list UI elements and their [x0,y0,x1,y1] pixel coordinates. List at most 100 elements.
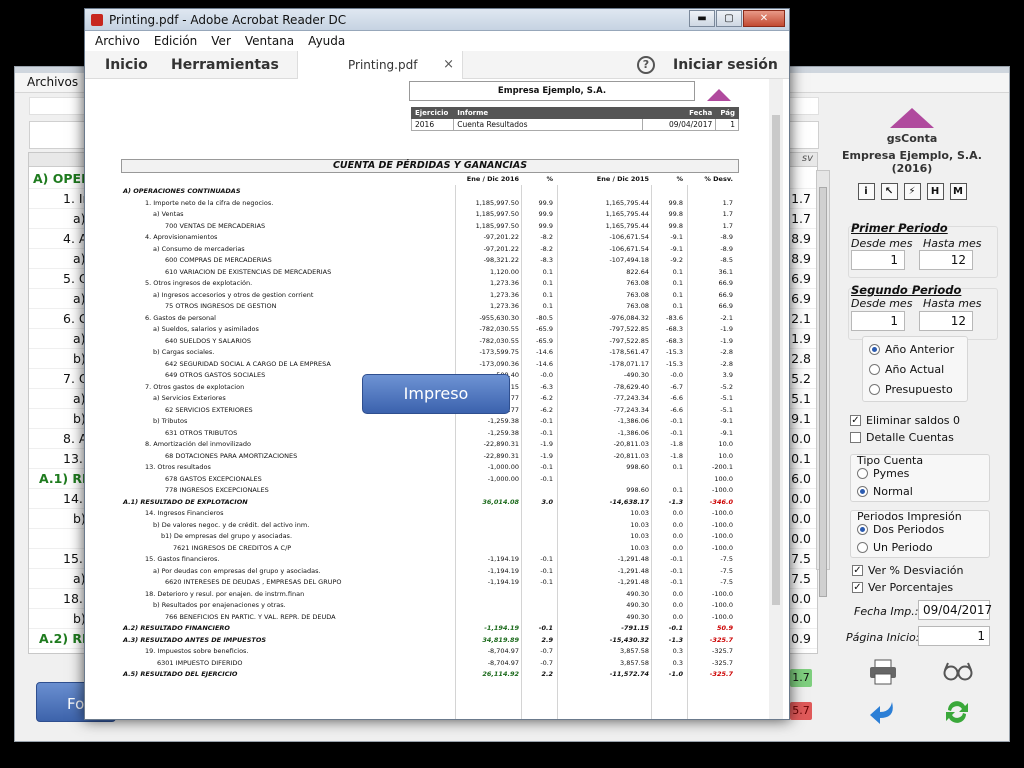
pdf-row-value: -8.5 [720,256,733,264]
pagina-inicio-input[interactable]: 1 [918,626,990,646]
menu-edicion[interactable]: Edición [154,34,197,51]
pdf-col-head: % Desv. [704,175,733,183]
m-icon[interactable]: M [949,183,967,200]
segundo-desde-input[interactable]: 1 [851,311,905,331]
detalle-cuentas-box[interactable] [850,432,861,443]
primer-desde-input[interactable]: 1 [851,250,905,270]
pdf-report-row: 15. Gastos financieros. -1,194.19 -0.1 -1,2… [121,554,739,566]
cursor-icon[interactable]: ↖ [880,183,898,200]
pdf-row-value: 0.1 [542,279,553,287]
pdf-report-row: 631 OTROS TRIBUTOS -1,259.38 -0.1 -1,386.06… [121,428,739,440]
pdf-row-value: -9.1 [720,428,733,437]
pdf-row-value: -6.2 [540,394,553,402]
printer-icon[interactable] [868,658,898,686]
pdf-company-box: Empresa Ejemplo, S.A. [409,81,695,101]
compare-radio-2[interactable]: Presupuesto [869,383,953,396]
maximize-button[interactable]: ▢ [716,10,742,27]
pdf-row-label: b) Resultados por enajenaciones y otras. [153,601,286,609]
bg-row-value: 1.9 [791,331,811,346]
tab-herramientas[interactable]: Herramientas [171,57,279,73]
radio-dot[interactable] [857,486,868,497]
document-tab-name: Printing.pdf [348,58,418,72]
info-icon[interactable]: i [857,183,875,200]
pdf-row-value: -14.6 [536,348,553,356]
tipo-cuenta-radio-1[interactable]: Normal [857,485,913,498]
periodos-radio-0[interactable]: Dos Periodos [857,523,944,536]
ver-desviacion-checkbox[interactable]: ✓ Ver % Desviación [852,564,964,577]
pdf-row-value: -1,291.48 [617,578,649,586]
detalle-cuentas-checkbox[interactable]: Detalle Cuentas [850,431,954,444]
close-window-button[interactable]: ✕ [743,10,785,27]
radio-dot[interactable] [857,468,868,479]
pdf-row-label: 766 BENEFICIOS EN PARTIC. Y VAL. REPR. D… [165,612,336,621]
help-icon[interactable]: ? [637,56,655,74]
ver-porcentajes-box[interactable]: ✓ [852,582,863,593]
pdf-row-value: -2.8 [720,359,733,368]
pdf-row-value: -1,386.06 [617,417,649,425]
pdf-row-value: -0.1 [670,566,683,575]
pdf-row-value: 36,014.08 [482,497,519,506]
tipo-cuenta-option-label: Normal [873,485,913,498]
pdf-report-row: 68 DOTACIONES PARA AMORTIZACIONES -22,890… [121,451,739,463]
pdf-row-value: -11,572.74 [609,670,649,678]
minimize-button[interactable]: ▬ [689,10,715,27]
pdf-row-value: -1,194.19 [484,624,519,632]
pdf-row-value: -0.1 [540,566,553,575]
close-tab-icon[interactable]: × [443,57,454,72]
pdf-row-value: -8,704.97 [487,647,519,655]
periodos-radio-1[interactable]: Un Periodo [857,541,933,554]
segundo-hasta-input[interactable]: 12 [919,311,973,331]
pdf-row-value: -8.2 [540,244,553,253]
pdf-row-value: -77,243.34 [613,405,649,414]
pdf-row-value: 0.0 [672,612,683,621]
pdf-row-value: -5.1 [720,394,733,402]
compare-radio-1[interactable]: Año Actual [869,363,944,376]
pdf-row-value: -2.1 [720,313,733,322]
pdf-row-label: 62 SERVICIOS EXTERIORES [165,405,253,414]
eliminar-saldos-checkbox[interactable]: ✓ Eliminar saldos 0 [850,414,960,427]
refresh-icon[interactable] [942,698,972,726]
radio-dot[interactable] [857,542,868,553]
tipo-cuenta-radio-0[interactable]: Pymes [857,467,909,480]
pdf-row-value: -325.7 [709,670,733,678]
fecha-imp-input[interactable]: 09/04/2017 [918,600,992,620]
fecha-imp-label: Fecha Imp.: [854,605,919,618]
menu-ver[interactable]: Ver [211,34,231,51]
app-name: gsConta [886,132,938,145]
radio-dot[interactable] [869,344,880,355]
ver-porcentajes-checkbox[interactable]: ✓ Ver Porcentajes [852,581,953,594]
pdf-row-value: -15.3 [666,359,683,368]
preview-glasses-icon[interactable] [942,660,973,688]
pdf-vertical-scrollbar[interactable] [769,79,783,719]
h-icon[interactable]: H [926,183,944,200]
menu-ayuda[interactable]: Ayuda [308,34,345,51]
ver-desviacion-box[interactable]: ✓ [852,565,863,576]
pdf-row-value: -9.1 [670,244,683,253]
pdf-row-value: -0.1 [670,428,683,437]
menu-archivos[interactable]: Archivos [27,75,78,89]
pdf-row-label: A.5) RESULTADO DEL EJERCICIO [123,670,238,678]
pdf-row-value: -7.5 [720,566,733,575]
tab-inicio[interactable]: Inicio [105,57,148,73]
menu-archivo[interactable]: Archivo [95,34,140,51]
flash-icon[interactable]: ⚡ [903,183,921,200]
radio-dot[interactable] [869,364,880,375]
pdf-row-value: 66.9 [718,290,733,299]
pdf-report-row: 600 COMPRAS DE MERCADERIAS -98,321.22 -8.3… [121,255,739,267]
pdf-row-value: -6.3 [540,382,553,391]
radio-dot[interactable] [857,524,868,535]
eliminar-saldos-box[interactable]: ✓ [850,415,861,426]
back-arrow-icon[interactable] [868,698,898,726]
segundo-periodo-group: Segundo Periodo Desde mes Hasta mes 1 12 [848,283,998,340]
segundo-hasta-label: Hasta mes [923,297,982,310]
signin-link[interactable]: Iniciar sesión [673,57,778,73]
radio-dot[interactable] [869,384,880,395]
primer-hasta-input[interactable]: 12 [919,250,973,270]
pdf-row-label: a) Servicios Exteriores [153,394,226,402]
pdf-row-value: -1,000.00 [487,463,519,471]
menu-ventana[interactable]: Ventana [245,34,294,51]
pdf-row-value: -1.8 [670,440,683,448]
tab-document[interactable]: Printing.pdf × [297,51,463,79]
meta-value-cell: 09/04/2017 [641,118,717,131]
compare-radio-0[interactable]: Año Anterior [869,343,954,356]
